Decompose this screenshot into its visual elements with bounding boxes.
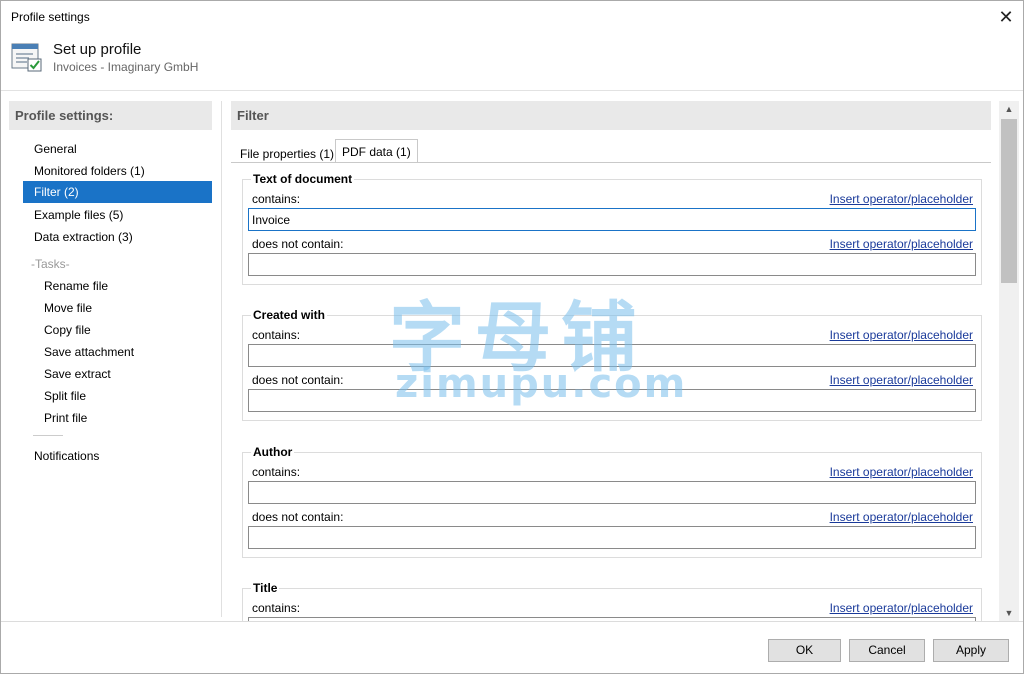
sidebar-item-filter[interactable]: Filter (2) xyxy=(23,181,212,203)
sidebar-task-copy-file[interactable]: Copy file xyxy=(23,319,212,341)
dialog-footer: OK Cancel Apply xyxy=(1,621,1023,673)
author-contains-input[interactable] xyxy=(248,481,976,504)
sidebar: Profile settings: General Monitored fold… xyxy=(9,101,221,617)
header-title: Set up profile xyxy=(53,41,142,58)
sidebar-item-general[interactable]: General xyxy=(23,138,212,160)
contains-label: contains: xyxy=(252,192,301,206)
sidebar-task-save-attachment[interactable]: Save attachment xyxy=(23,341,212,363)
tasks-section-label: -Tasks- xyxy=(31,257,70,271)
header-subtitle: Invoices - Imaginary GmbH xyxy=(53,60,199,74)
sidebar-item-example-files[interactable]: Example files (5) xyxy=(23,204,212,226)
sidebar-item-notifications[interactable]: Notifications xyxy=(23,445,212,467)
apply-button[interactable]: Apply xyxy=(933,639,1009,662)
ok-button[interactable]: OK xyxy=(768,639,841,662)
group-text-of-document: Text of document contains: Insert operat… xyxy=(242,172,982,285)
scroll-up-arrow-icon[interactable]: ▲ xyxy=(999,101,1019,117)
cancel-button[interactable]: Cancel xyxy=(849,639,925,662)
insert-operator-link[interactable]: Insert operator/placeholder xyxy=(830,237,973,251)
insert-operator-link[interactable]: Insert operator/placeholder xyxy=(830,601,973,615)
not-contains-label: does not contain: xyxy=(252,510,344,524)
filter-panel: Filter File properties (1) PDF data (1) … xyxy=(231,101,993,621)
insert-operator-link[interactable]: Insert operator/placeholder xyxy=(830,510,973,524)
dialog-header: Set up profile Invoices - Imaginary GmbH xyxy=(1,33,1023,91)
sidebar-divider xyxy=(33,435,63,436)
contains-label: contains: xyxy=(252,601,301,615)
sidebar-task-print-file[interactable]: Print file xyxy=(23,407,212,429)
sidebar-task-move-file[interactable]: Move file xyxy=(23,297,212,319)
author-not-contains-input[interactable] xyxy=(248,526,976,549)
filter-tabs: File properties (1) PDF data (1) xyxy=(231,139,991,163)
group-author: Author contains: Insert operator/placeho… xyxy=(242,445,982,558)
created-with-contains-input[interactable] xyxy=(248,344,976,367)
insert-operator-link[interactable]: Insert operator/placeholder xyxy=(830,328,973,342)
profile-settings-icon xyxy=(11,43,42,72)
sidebar-heading: Profile settings: xyxy=(9,101,212,130)
scrollbar-thumb[interactable] xyxy=(1001,119,1017,283)
contains-label: contains: xyxy=(252,328,301,342)
tab-pdf-data[interactable]: PDF data (1) xyxy=(335,139,418,163)
insert-operator-link[interactable]: Insert operator/placeholder xyxy=(830,465,973,479)
contains-label: contains: xyxy=(252,465,301,479)
group-title-field: Title contains: Insert operator/placehol… xyxy=(242,581,982,621)
scroll-down-arrow-icon[interactable]: ▼ xyxy=(999,605,1019,621)
sidebar-item-monitored-folders[interactable]: Monitored folders (1) xyxy=(23,160,212,182)
insert-operator-link[interactable]: Insert operator/placeholder xyxy=(830,373,973,387)
created-with-not-contains-input[interactable] xyxy=(248,389,976,412)
sidebar-task-rename-file[interactable]: Rename file xyxy=(23,275,212,297)
sidebar-task-save-extract[interactable]: Save extract xyxy=(23,363,212,385)
group-title: Text of document xyxy=(251,172,355,186)
insert-operator-link[interactable]: Insert operator/placeholder xyxy=(830,192,973,206)
not-contains-label: does not contain: xyxy=(252,373,344,387)
profile-settings-dialog: Profile settings ✕ Set up profile Invoic… xyxy=(0,0,1024,674)
window-title: Profile settings xyxy=(11,10,90,24)
title-bar: Profile settings ✕ xyxy=(1,1,1023,33)
text-of-document-contains-input[interactable] xyxy=(248,208,976,231)
group-title: Created with xyxy=(251,308,328,322)
vertical-scrollbar[interactable]: ▲ ▼ xyxy=(999,101,1019,621)
close-icon[interactable]: ✕ xyxy=(989,1,1023,33)
sidebar-task-split-file[interactable]: Split file xyxy=(23,385,212,407)
group-created-with: Created with contains: Insert operator/p… xyxy=(242,308,982,421)
sidebar-item-data-extraction[interactable]: Data extraction (3) xyxy=(23,226,212,248)
pdf-data-pane: Text of document contains: Insert operat… xyxy=(231,162,991,621)
filter-heading: Filter xyxy=(231,101,991,130)
tab-file-properties[interactable]: File properties (1) xyxy=(233,141,341,163)
group-title: Title xyxy=(251,581,280,595)
group-title: Author xyxy=(251,445,295,459)
not-contains-label: does not contain: xyxy=(252,237,344,251)
panel-separator xyxy=(221,101,222,617)
text-of-document-not-contains-input[interactable] xyxy=(248,253,976,276)
